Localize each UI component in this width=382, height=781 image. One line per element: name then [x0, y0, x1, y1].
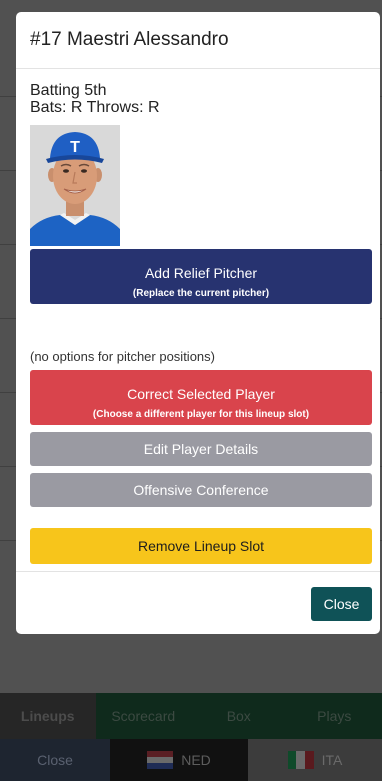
correct-label: Correct Selected Player: [127, 385, 275, 402]
tab-plays[interactable]: Plays: [286, 693, 382, 739]
team-ita-label: ITA: [321, 752, 343, 768]
offensive-conference-button[interactable]: Offensive Conference: [30, 473, 372, 507]
relief-sub-label: (Replace the current pitcher): [132, 287, 270, 299]
correct-sub-label: (Choose a different player for this line…: [92, 408, 310, 420]
player-avatar: T: [30, 125, 120, 246]
team-ned-label: NED: [181, 752, 211, 768]
modal-title: #17 Maestri Alessandro: [30, 29, 229, 50]
remove-lineup-slot-button[interactable]: Remove Lineup Slot: [30, 528, 372, 564]
pitcher-options-note: (no options for pitcher positions): [30, 349, 215, 364]
bottom-close-button[interactable]: Close: [0, 739, 110, 781]
bats-throws: Bats: R Throws: R: [30, 99, 160, 116]
tab-scorecard[interactable]: Scorecard: [95, 693, 191, 739]
team-ned-button[interactable]: NED: [110, 739, 248, 781]
tab-lineups[interactable]: Lineups: [0, 693, 96, 739]
bottom-bar: Close NED ITA: [0, 739, 382, 781]
add-relief-pitcher-button[interactable]: Add Relief Pitcher (Replace the current …: [30, 249, 372, 304]
player-photo: T: [30, 125, 120, 246]
modal-footer: Close: [16, 571, 380, 634]
bottom-tab-bar: Lineups Scorecard Box Plays: [0, 693, 382, 739]
edit-player-details-button[interactable]: Edit Player Details: [30, 432, 372, 466]
netherlands-flag-icon: [147, 751, 174, 769]
italy-flag-icon: [287, 751, 314, 769]
team-ita-button[interactable]: ITA: [248, 739, 382, 781]
cap-logo-icon: T: [70, 139, 80, 156]
modal-body: Batting 5th Bats: R Throws: R T Add Reli…: [16, 69, 380, 564]
batting-order: Batting 5th: [30, 82, 107, 99]
correct-selected-player-button[interactable]: Correct Selected Player (Choose a differ…: [30, 370, 372, 425]
relief-label: Add Relief Pitcher: [144, 264, 258, 281]
player-options-modal: #17 Maestri Alessandro Batting 5th Bats:…: [16, 12, 380, 634]
tab-box[interactable]: Box: [191, 693, 287, 739]
modal-header: #17 Maestri Alessandro: [16, 12, 380, 69]
close-button[interactable]: Close: [311, 587, 372, 621]
